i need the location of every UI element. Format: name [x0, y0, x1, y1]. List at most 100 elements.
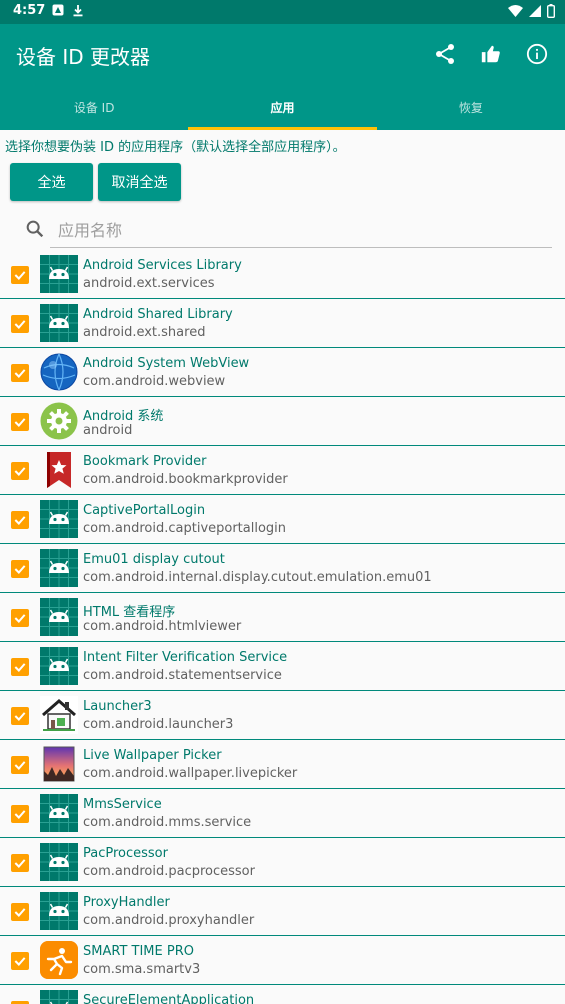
search-input[interactable]: [50, 214, 552, 248]
app-row[interactable]: Live Wallpaper Picker com.android.wallpap…: [0, 740, 565, 789]
signal-icon: [529, 5, 541, 17]
info-button[interactable]: [521, 38, 553, 70]
android-icon: [40, 304, 78, 342]
app-name: ProxyHandler: [83, 895, 170, 910]
select-all-button[interactable]: 全选: [10, 163, 93, 201]
android-icon: [40, 598, 78, 636]
app-row[interactable]: Launcher3 com.android.launcher3: [0, 691, 565, 740]
android-icon: [40, 647, 78, 685]
app-package: com.android.statementservice: [83, 668, 282, 683]
tab-restore[interactable]: 恢复: [377, 84, 565, 130]
app-name: PacProcessor: [83, 846, 168, 861]
app-bar-actions: [429, 38, 553, 70]
app-row[interactable]: Android Shared Library android.ext.shared: [0, 299, 565, 348]
app-name: Intent Filter Verification Service: [83, 650, 288, 665]
app-package: com.android.internal.display.cutout.emul…: [83, 570, 432, 585]
app-row[interactable]: Bookmark Provider com.android.bookmarkpro…: [0, 446, 565, 495]
wifi-icon: [508, 5, 523, 17]
app-package: com.android.pacprocessor: [83, 864, 255, 879]
app-package: com.android.wallpaper.livepicker: [83, 766, 298, 781]
app-row[interactable]: Android 系统 android: [0, 397, 565, 446]
app-package: android.ext.services: [83, 276, 215, 291]
app-checkbox[interactable]: [11, 511, 29, 529]
app-row[interactable]: Intent Filter Verification Service com.an…: [0, 642, 565, 691]
app-name: Emu01 display cutout: [83, 552, 225, 567]
app-package: com.android.htmlviewer: [83, 619, 242, 634]
app-checkbox[interactable]: [11, 903, 29, 921]
app-checkbox[interactable]: [11, 854, 29, 872]
app-checkbox[interactable]: [11, 609, 29, 627]
tab-bar: 设备 ID 应用 恢复: [0, 84, 565, 130]
app-checkbox[interactable]: [11, 364, 29, 382]
app-name: MmsService: [83, 797, 162, 812]
info-icon: [526, 43, 548, 65]
app-row[interactable]: ProxyHandler com.android.proxyhandler: [0, 887, 565, 936]
search-icon: [26, 220, 44, 238]
app-package: com.android.proxyhandler: [83, 913, 255, 928]
app-checkbox[interactable]: [11, 805, 29, 823]
tab-device-id[interactable]: 设备 ID: [0, 84, 188, 130]
app-package: com.android.launcher3: [83, 717, 234, 732]
app-name: Bookmark Provider: [83, 454, 207, 469]
notification-app-icon: [52, 4, 64, 16]
status-notification-icons: [52, 4, 84, 17]
app-package: com.android.captiveportallogin: [83, 521, 287, 536]
tab-apps[interactable]: 应用: [188, 84, 376, 130]
app-name: Launcher3: [83, 699, 152, 714]
app-package: com.android.mms.service: [83, 815, 252, 830]
house-icon: [40, 696, 78, 734]
app-row[interactable]: SMART TIME PRO com.sma.smartv3: [0, 936, 565, 985]
app-checkbox[interactable]: [11, 413, 29, 431]
app-package: android.ext.shared: [83, 325, 206, 340]
app-row[interactable]: HTML 查看程序 com.android.htmlviewer: [0, 593, 565, 642]
android-icon: [40, 549, 78, 587]
app-checkbox[interactable]: [11, 707, 29, 725]
download-icon: [73, 5, 83, 17]
battery-icon: [547, 4, 555, 18]
app-checkbox[interactable]: [11, 756, 29, 774]
app-checkbox[interactable]: [11, 462, 29, 480]
deselect-all-button[interactable]: 取消全选: [98, 163, 181, 201]
app-checkbox[interactable]: [11, 658, 29, 676]
app-name: SMART TIME PRO: [83, 944, 194, 959]
app-package: com.android.webview: [83, 374, 226, 389]
android-icon: [40, 892, 78, 930]
app-checkbox[interactable]: [11, 560, 29, 578]
like-button[interactable]: [475, 38, 507, 70]
app-name: HTML 查看程序: [83, 605, 176, 620]
share-button[interactable]: [429, 38, 461, 70]
app-row[interactable]: PacProcessor com.android.pacprocessor: [0, 838, 565, 887]
android-icon: [40, 255, 78, 293]
app-name: Android Services Library: [83, 258, 242, 273]
app-row[interactable]: Android Services Library android.ext.serv…: [0, 250, 565, 299]
search-bar: [22, 212, 552, 250]
app-name: SecureElementApplication: [83, 993, 255, 1004]
app-row[interactable]: SecureElementApplication: [0, 985, 565, 1004]
app-list[interactable]: Android Services Library android.ext.serv…: [0, 250, 565, 1004]
wallpaper-icon: [40, 745, 78, 783]
bookmark-icon: [40, 451, 78, 489]
app-package: android: [83, 423, 133, 438]
app-checkbox[interactable]: [11, 266, 29, 284]
android-icon: [40, 500, 78, 538]
app-row[interactable]: Android System WebView com.android.webvie…: [0, 348, 565, 397]
thumbs-up-icon: [481, 45, 500, 63]
app-bar: 设备 ID 更改器: [0, 24, 565, 84]
active-tab-indicator: [188, 127, 377, 130]
app-name: Android 系统: [83, 409, 164, 424]
app-row[interactable]: CaptivePortalLogin com.android.captivepor…: [0, 495, 565, 544]
app-checkbox[interactable]: [11, 952, 29, 970]
app-checkbox[interactable]: [11, 315, 29, 333]
app-name: Live Wallpaper Picker: [83, 748, 222, 763]
app-row[interactable]: MmsService com.android.mms.service: [0, 789, 565, 838]
android-icon: [40, 794, 78, 832]
page-title: 设备 ID 更改器: [16, 45, 151, 69]
app-package: com.sma.smartv3: [83, 962, 201, 977]
gear-icon: [40, 402, 78, 440]
android-icon: [40, 990, 78, 1004]
app-row[interactable]: Emu01 display cutout com.android.internal…: [0, 544, 565, 593]
app-name: Android Shared Library: [83, 307, 233, 322]
android-icon: [40, 843, 78, 881]
status-system-icons: [508, 4, 555, 18]
webview-globe-icon: [40, 353, 78, 391]
